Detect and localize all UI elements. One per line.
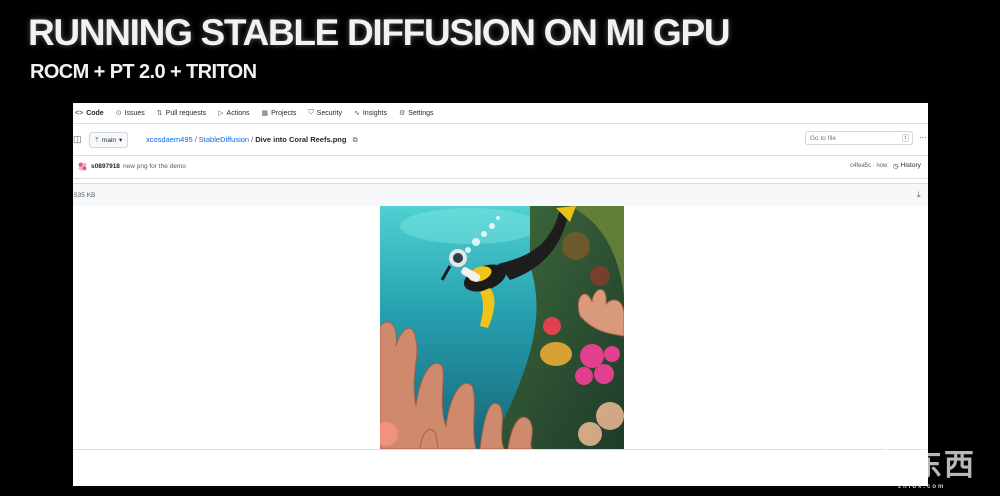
avatar[interactable]	[78, 162, 87, 171]
projects-icon: ▦	[261, 110, 269, 117]
chevron-down-icon: ▾	[119, 137, 123, 144]
go-to-file-input[interactable]: Go to file t	[805, 131, 913, 145]
more-options-icon[interactable]: ⋯	[919, 133, 927, 142]
tab-insights[interactable]: ∿ Insights	[353, 109, 387, 118]
pull-request-icon: ⇅	[156, 110, 163, 117]
issue-icon: ⊙	[115, 110, 122, 117]
breadcrumb-file-name: Dive into Coral Reefs.png	[255, 135, 347, 144]
code-icon: <>	[75, 109, 84, 117]
gear-icon: ⚙	[398, 110, 406, 117]
browser-screenshot: <> Code ⊙ Issues ⇅ Pull requests ▷ Actio…	[73, 103, 928, 486]
shield-icon: ⛉	[308, 109, 314, 116]
commit-author-link[interactable]: s0897918	[91, 163, 120, 170]
file-header: 535 KB ⤓	[73, 183, 928, 207]
content-divider	[73, 449, 928, 450]
tab-label: Pull requests	[165, 109, 207, 117]
commit-message[interactable]: new png for the demo	[123, 163, 186, 170]
tab-pull-requests[interactable]: ⇅ Pull requests	[156, 109, 207, 118]
coral-reef-illustration	[380, 206, 624, 449]
breadcrumb: xcosdaem495/StableDiffusion / Dive into Co…	[146, 135, 358, 145]
image-viewer	[73, 206, 928, 452]
branch-icon: ᛘ	[95, 136, 99, 144]
sidebar-toggle-icon[interactable]: ◫	[73, 134, 82, 145]
branch-name: main	[101, 136, 116, 144]
shortcut-key-badge: t	[901, 134, 909, 142]
history-label: History	[900, 162, 921, 169]
latest-commit-bar: s0897918 new png for the demo c4fea5c · …	[73, 155, 928, 179]
tab-label: Insights	[362, 109, 387, 117]
watermark-logo: 智东西 zhidx.com	[880, 440, 976, 490]
repo-nav-tabs: <> Code ⊙ Issues ⇅ Pull requests ▷ Actio…	[73, 103, 928, 124]
tab-actions[interactable]: ▷ Actions	[218, 109, 250, 118]
slide-title: RUNNING STABLE DIFFUSION ON MI GPU	[28, 12, 731, 53]
tab-label: Code	[86, 109, 104, 117]
breadcrumb-repo-link[interactable]: StableDiffusion	[199, 135, 249, 144]
branch-select-button[interactable]: ᛘ main ▾	[89, 132, 129, 148]
tab-settings[interactable]: ⚙ Settings	[398, 109, 434, 118]
download-icon[interactable]: ⤓	[917, 190, 921, 200]
file-path-bar: ◫ ᛘ main ▾ xcosdaem495/StableDiffusion / D…	[73, 129, 928, 149]
commit-hash-time[interactable]: c4fea5c · now	[850, 163, 887, 169]
tab-code[interactable]: <> Code	[75, 110, 104, 117]
tab-label: Actions	[226, 109, 250, 117]
breadcrumb-owner-link[interactable]: xcosdaem495	[146, 135, 193, 144]
breadcrumb-separator: /	[251, 135, 254, 144]
tab-issues[interactable]: ⊙ Issues	[115, 109, 145, 118]
slide-subtitle: ROCM + PT 2.0 + TRITON	[30, 61, 257, 83]
history-icon: ◷	[893, 163, 899, 170]
history-button[interactable]: ◷ History	[893, 162, 921, 170]
tab-projects[interactable]: ▦ Projects	[261, 109, 297, 118]
graph-icon: ∿	[353, 110, 360, 117]
tab-label: Settings	[408, 109, 434, 117]
tab-security[interactable]: ⛉ Security	[308, 109, 342, 117]
copy-path-icon[interactable]: ⧉	[353, 137, 358, 144]
go-to-file-placeholder: Go to file	[810, 134, 837, 142]
watermark-subtext: zhidx.com	[898, 484, 946, 490]
tab-label: Projects	[271, 109, 297, 117]
tab-label: Issues	[124, 109, 145, 117]
coral-reef-diver-image	[380, 206, 624, 449]
tab-label: Security	[316, 109, 342, 117]
watermark-text: 智东西	[880, 449, 976, 482]
breadcrumb-separator: /	[194, 135, 197, 144]
file-size: 535 KB	[74, 192, 96, 199]
actions-icon: ▷	[218, 110, 224, 117]
